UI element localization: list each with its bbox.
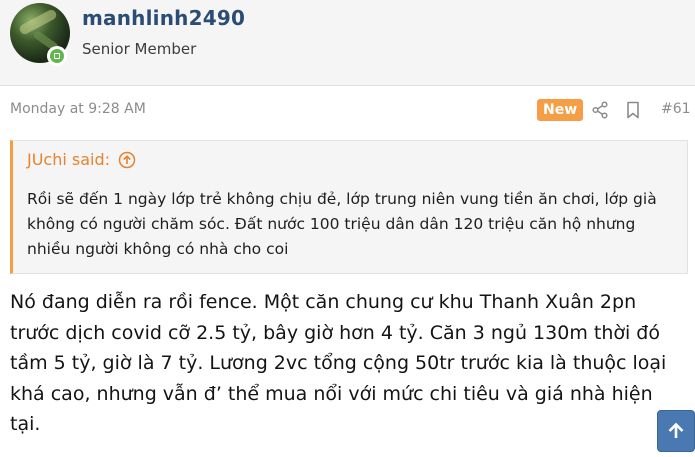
user-title: Senior Member <box>82 40 197 58</box>
scroll-to-top-button[interactable] <box>657 410 695 452</box>
user-header: manhlinh2490 Senior Member <box>0 0 695 86</box>
new-badge: New <box>537 99 584 121</box>
share-icon[interactable] <box>591 101 609 119</box>
quote-text: Rồi sẽ đến 1 ngày lớp trẻ không chịu đẻ,… <box>27 190 657 258</box>
arrow-up-circle-icon[interactable] <box>118 151 136 169</box>
post-date[interactable]: Monday at 9:28 AM <box>10 101 146 117</box>
quote-block: JUchi said: Rồi sẽ đến 1 ngày lớp trẻ kh… <box>10 140 688 274</box>
username-link[interactable]: manhlinh2490 <box>82 6 245 30</box>
post-number-link[interactable]: #61 <box>661 101 691 117</box>
quote-author[interactable]: JUchi said: <box>27 150 110 169</box>
post-body-text: Nó đang diễn ra rồi fence. Một căn chung… <box>10 291 667 435</box>
online-status-icon <box>47 46 67 66</box>
quote-attribution[interactable]: JUchi said: <box>27 150 136 169</box>
post-meta-bar: Monday at 9:28 AM New #61 <box>0 86 695 132</box>
bookmark-icon[interactable] <box>625 101 641 119</box>
arrow-up-icon <box>668 422 684 438</box>
